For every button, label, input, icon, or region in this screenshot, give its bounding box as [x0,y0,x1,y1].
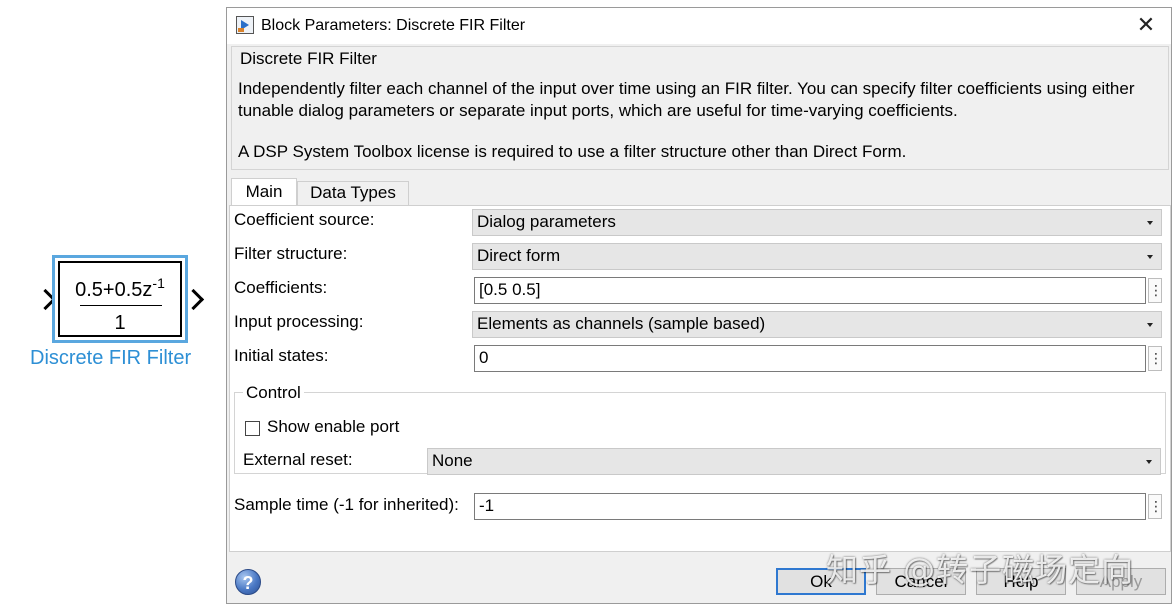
external-reset-value: None [432,451,473,470]
coefficient-source-value: Dialog parameters [477,212,616,231]
chevron-down-icon [1147,255,1153,259]
block-parameters-dialog: Block Parameters: Discrete FIR Filter ✕ … [226,7,1172,604]
fraction-line [80,305,162,306]
tab-data-types[interactable]: Data Types [297,181,409,206]
filter-structure-select[interactable]: Direct form [472,243,1162,270]
description-heading: Discrete FIR Filter [240,49,377,68]
sample-time-label: Sample time (-1 for inherited): [234,495,459,514]
close-icon[interactable]: ✕ [1135,14,1157,36]
block-label[interactable]: Discrete FIR Filter [30,347,216,370]
transfer-function-numerator: 0.5+0.5z-1 [60,275,180,302]
numerator-exponent: -1 [152,275,165,291]
control-group-title: Control [243,383,304,403]
window-title: Block Parameters: Discrete FIR Filter [261,17,526,34]
input-processing-value: Elements as channels (sample based) [477,314,766,333]
show-enable-port-label[interactable]: Show enable port [267,417,399,437]
external-reset-label: External reset: [243,450,353,469]
chevron-down-icon [1147,221,1153,225]
sample-time-input[interactable]: -1 [474,493,1146,520]
main-tab-panel: Coefficient source: Dialog parameters Fi… [229,205,1171,552]
description-text: Independently filter each channel of the… [238,79,1135,120]
coefficients-more-icon[interactable]: ⋮ [1148,278,1163,303]
chevron-down-icon [1147,323,1153,327]
numerator-base: 0.5+0.5z [75,279,153,301]
control-group: Control Show enable port External reset:… [234,383,1166,475]
simulink-app-icon [236,16,254,34]
input-processing-select[interactable]: Elements as channels (sample based) [472,311,1162,338]
title-bar[interactable]: Block Parameters: Discrete FIR Filter ✕ [227,8,1171,44]
coefficients-input[interactable]: [0.5 0.5] [474,277,1146,304]
filter-structure-label: Filter structure: [234,244,348,263]
help-question-icon[interactable]: ? [235,569,261,595]
license-note: A DSP System Toolbox license is required… [238,142,907,161]
initial-states-more-icon[interactable]: ⋮ [1148,346,1163,371]
discrete-fir-filter-block[interactable]: 0.5+0.5z-1 1 [52,255,188,343]
block-body: 0.5+0.5z-1 1 [58,261,182,337]
initial-states-input[interactable]: 0 [474,345,1146,372]
input-processing-label: Input processing: [234,312,364,331]
show-enable-port-checkbox[interactable] [245,421,260,436]
watermark: 知乎 @转子磁场定向 [826,551,1135,589]
coefficients-label: Coefficients: [234,278,328,297]
description-group: Discrete FIR Filter Independently filter… [231,46,1169,170]
chevron-down-icon [1146,460,1152,464]
transfer-function-denominator: 1 [114,312,126,334]
tab-main[interactable]: Main [231,178,297,206]
coefficient-source-select[interactable]: Dialog parameters [472,209,1162,236]
initial-states-label: Initial states: [234,346,329,365]
coefficient-source-label: Coefficient source: [234,210,375,229]
external-reset-select[interactable]: None [427,448,1161,475]
filter-structure-value: Direct form [477,246,561,265]
sample-time-more-icon[interactable]: ⋮ [1148,494,1163,519]
